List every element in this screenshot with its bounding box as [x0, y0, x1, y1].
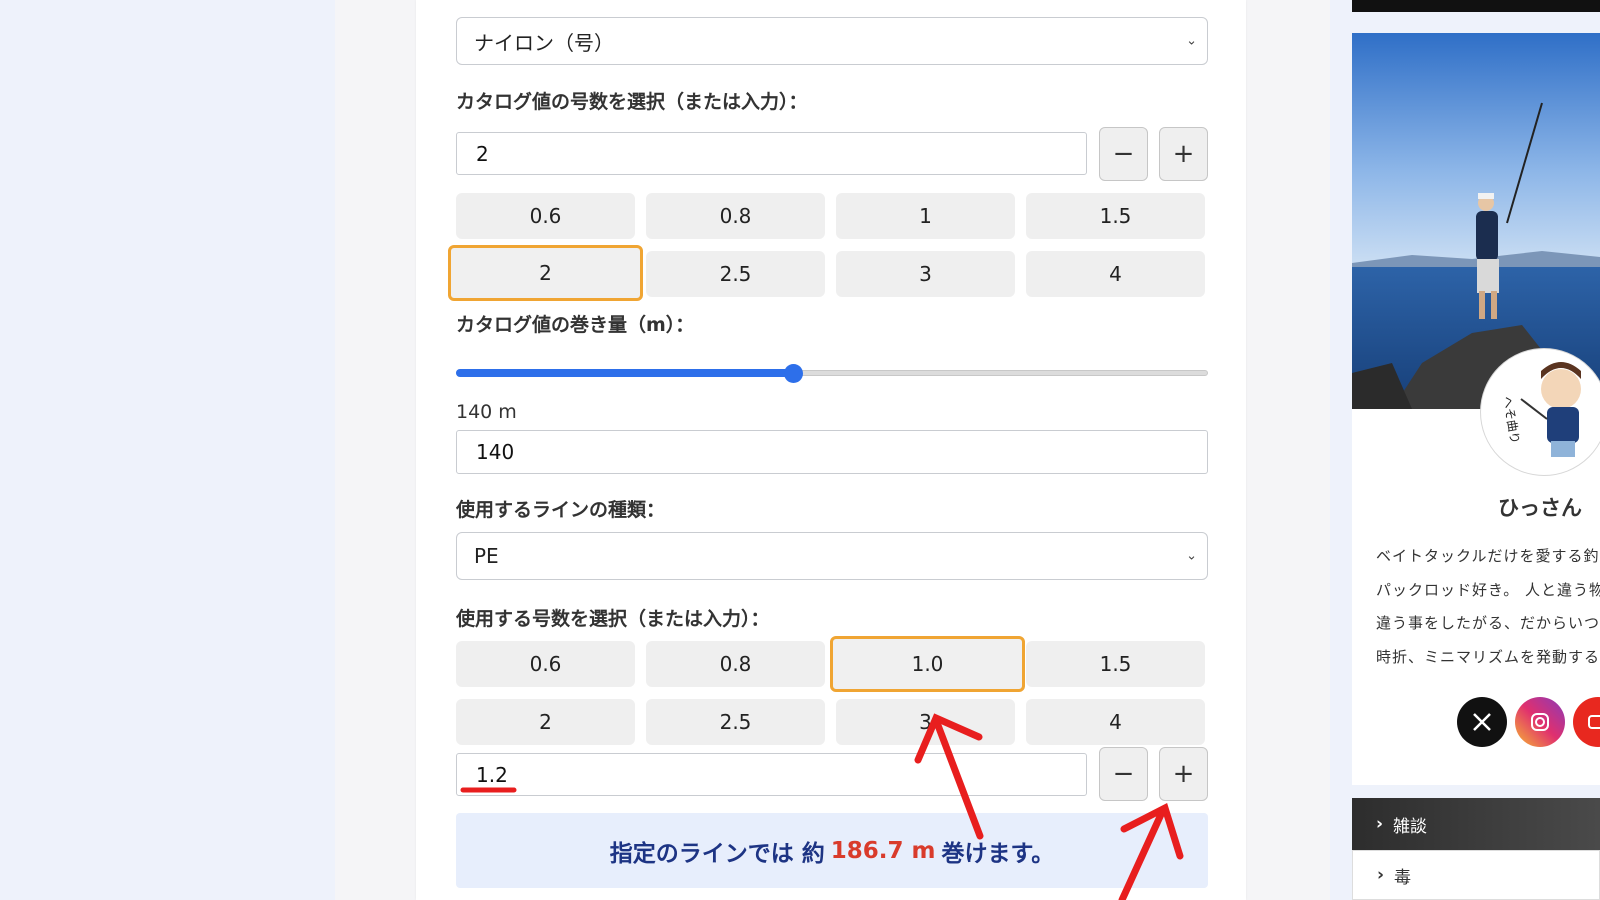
catalog-size-input[interactable]: 2	[456, 132, 1087, 175]
x-icon[interactable]	[1457, 697, 1507, 747]
avatar-caption: へそ曲り	[1500, 395, 1522, 445]
catalog-size-chip[interactable]: 2.5	[646, 251, 825, 297]
target-size-chip[interactable]: 3	[836, 699, 1015, 745]
chip-label: 1.0	[911, 652, 944, 676]
catalog-size-chip[interactable]: 0.8	[646, 193, 825, 239]
catalog-length-value: 140	[476, 440, 515, 464]
chevron-right-icon: ›	[1376, 814, 1384, 834]
catalog-size-chip[interactable]: 3	[836, 251, 1015, 297]
sidebar-top-bar	[1352, 0, 1600, 12]
target-line-type-value: PE	[474, 544, 499, 568]
category-label: 雑談	[1393, 816, 1428, 837]
target-size-chip[interactable]: 2.5	[646, 699, 825, 745]
category-item[interactable]: › 毒	[1352, 850, 1600, 900]
profile-bio-line: 時折、ミニマリズムを発動する	[1376, 648, 1600, 666]
category-item[interactable]: › 雑談	[1352, 798, 1600, 850]
chevron-down-icon: ⌄	[1186, 548, 1197, 564]
plus-icon: +	[1172, 139, 1195, 169]
chip-label: 0.8	[719, 204, 752, 228]
target-size-plus-button[interactable]: +	[1159, 747, 1208, 801]
plus-icon: +	[1172, 759, 1195, 789]
minus-icon: −	[1112, 139, 1135, 169]
x-logo	[1473, 713, 1491, 731]
profile-name: ひっさん	[1498, 496, 1582, 520]
catalog-size-chip[interactable]: 0.6	[456, 193, 635, 239]
result-suffix: 巻けます。	[941, 840, 1055, 867]
instagram-icon[interactable]	[1515, 697, 1565, 747]
profile-bio-line: パックロッド好き。 人と違う物	[1376, 581, 1600, 599]
target-size-chip-selected[interactable]: 1.0	[830, 636, 1025, 692]
catalog-length-slider[interactable]	[456, 364, 1208, 384]
chip-label: 0.8	[719, 652, 752, 676]
catalog-size-chip[interactable]: 1.5	[1026, 193, 1205, 239]
catalog-line-type-select[interactable]: ナイロン（号） ⌄	[456, 17, 1208, 65]
chip-label: 0.6	[529, 204, 562, 228]
minus-icon: −	[1112, 759, 1135, 789]
target-size-chip[interactable]: 2	[456, 699, 635, 745]
catalog-size-minus-button[interactable]: −	[1099, 127, 1148, 181]
target-size-minus-button[interactable]: −	[1099, 747, 1148, 801]
chip-label: 3	[919, 710, 932, 734]
chip-label: 4	[1109, 262, 1122, 286]
chip-label: 0.6	[529, 652, 562, 676]
youtube-logo	[1588, 715, 1600, 729]
catalog-line-type-value: ナイロン（号）	[474, 30, 614, 55]
target-size-chip[interactable]: 0.6	[456, 641, 635, 687]
target-size-value: 1.2	[476, 762, 508, 787]
avatar: へそ曲り	[1480, 348, 1600, 476]
profile-bio-line: 違う事をしたがる、だからいつ	[1376, 614, 1600, 632]
catalog-length-input[interactable]: 140	[456, 430, 1208, 474]
catalog-length-readout: 140 m	[456, 401, 517, 423]
slider-thumb[interactable]	[784, 364, 803, 383]
chip-label: 2	[539, 710, 552, 734]
result-prefix: 指定のラインでは 約	[609, 840, 825, 867]
result-amount: 186.7 m	[830, 837, 936, 864]
chip-label: 2.5	[719, 262, 752, 286]
category-label: 毒	[1394, 867, 1412, 888]
chip-label: 4	[1109, 710, 1122, 734]
target-size-label: 使用する号数を選択（または入力）：	[456, 608, 770, 630]
instagram-logo	[1531, 713, 1549, 731]
chip-label: 2.5	[719, 710, 752, 734]
target-line-type-select[interactable]: PE ⌄	[456, 532, 1208, 580]
catalog-size-label: カタログ値の号数を選択（または入力）：	[456, 91, 808, 113]
chevron-right-icon: ›	[1377, 865, 1385, 885]
target-line-type-label: 使用するラインの種類：	[456, 499, 666, 521]
chip-label: 1.5	[1099, 204, 1132, 228]
avatar-illustration: へそ曲り	[1500, 362, 1581, 457]
result-banner: 指定のラインでは 約 186.7 m 巻けます。	[456, 813, 1208, 888]
catalog-size-chip-selected[interactable]: 2	[448, 245, 643, 301]
target-size-chip[interactable]: 4	[1026, 699, 1205, 745]
target-size-input[interactable]: 1.2	[456, 753, 1087, 796]
catalog-size-chip[interactable]: 1	[836, 193, 1015, 239]
target-size-chip[interactable]: 0.8	[646, 641, 825, 687]
chevron-down-icon: ⌄	[1186, 33, 1197, 49]
catalog-size-plus-button[interactable]: +	[1159, 127, 1208, 181]
chip-label: 1	[919, 204, 932, 228]
target-size-chip[interactable]: 1.5	[1026, 641, 1205, 687]
catalog-size-chip[interactable]: 4	[1026, 251, 1205, 297]
chip-label: 2	[539, 261, 552, 285]
slider-fill	[456, 369, 794, 377]
catalog-size-value: 2	[476, 141, 489, 166]
profile-bio-line: ベイトタックルだけを愛する釣	[1376, 547, 1600, 565]
chip-label: 3	[919, 262, 932, 286]
catalog-length-label: カタログ値の巻き量（m）：	[456, 314, 695, 336]
chip-label: 1.5	[1099, 652, 1132, 676]
